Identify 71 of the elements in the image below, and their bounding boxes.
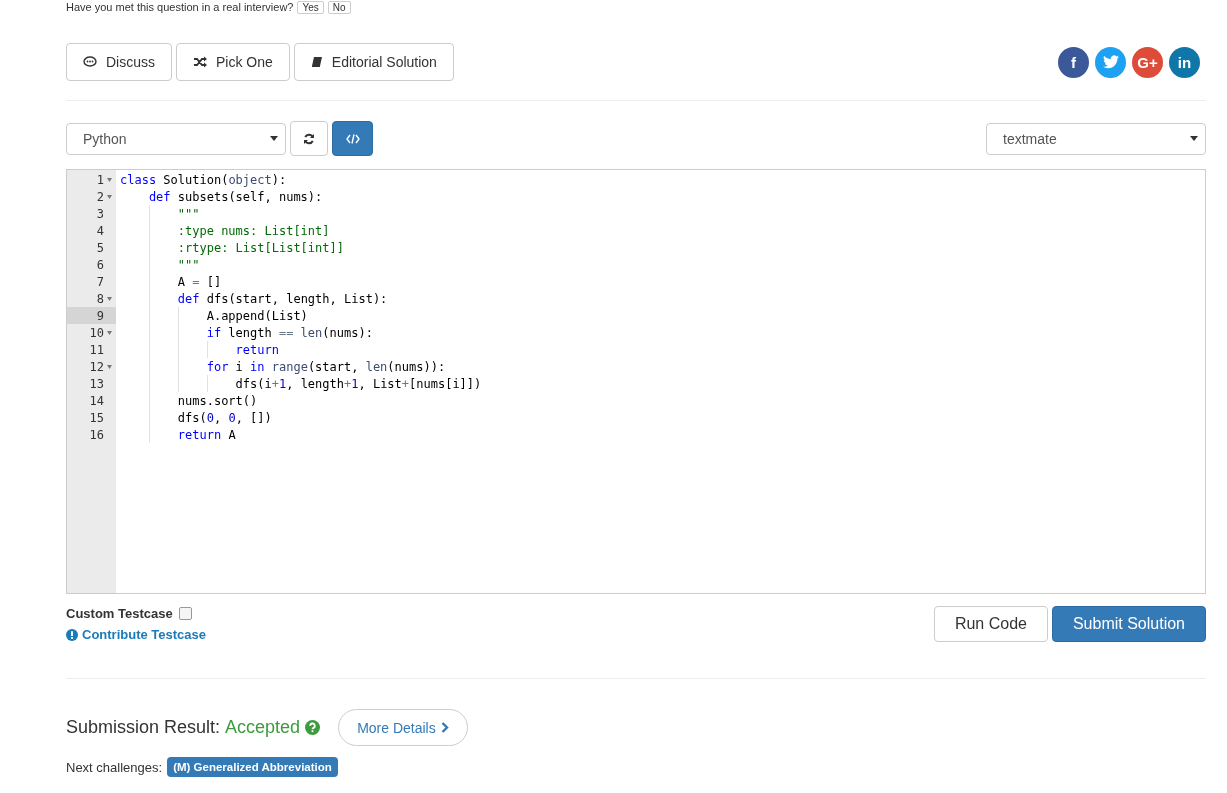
line-number: 1 xyxy=(96,172,104,187)
interview-question: Have you met this question in a real interview? xyxy=(66,1,294,13)
code-line: :type nums: List[int] xyxy=(177,223,330,238)
line-number: 2 xyxy=(96,189,104,204)
chevron-right-icon xyxy=(440,722,449,733)
twitter-icon[interactable] xyxy=(1095,46,1126,78)
result-status: Accepted xyxy=(225,717,301,738)
line-number: 12 xyxy=(89,359,104,374)
answer-button[interactable]: No xyxy=(327,0,351,14)
code-line: return xyxy=(235,342,279,357)
challenge-tag[interactable]: (M) Generalized Abbreviation xyxy=(167,757,338,777)
code-line: A.append(List) xyxy=(206,308,308,323)
facebook-icon[interactable]: f xyxy=(1058,46,1089,78)
caret-icon xyxy=(1190,136,1198,141)
code-line: class Solution(object): xyxy=(120,172,287,187)
line-number: 14 xyxy=(89,393,104,408)
code-line: """ xyxy=(177,206,200,221)
code-icon xyxy=(345,133,360,144)
custom-testcase-checkbox[interactable] xyxy=(178,607,192,620)
submission-result-label: Submission Result: xyxy=(66,717,221,738)
code-line: return A xyxy=(177,427,236,442)
fold-arrow-icon[interactable] xyxy=(107,177,112,182)
line-number: 15 xyxy=(89,410,104,425)
code-line: def subsets(self, nums): xyxy=(148,189,323,204)
line-number: 8 xyxy=(96,291,104,306)
book-icon xyxy=(310,56,323,68)
help-icon[interactable] xyxy=(305,720,321,735)
code-line: for i in range(start, len(nums)): xyxy=(206,359,446,374)
line-number: 9 xyxy=(96,308,104,323)
run-code-button[interactable]: Run Code xyxy=(933,606,1048,642)
reset-button[interactable] xyxy=(290,121,328,156)
line-number: 13 xyxy=(89,376,104,391)
editorial-button[interactable]: Editorial Solution xyxy=(293,43,454,81)
line-number: 11 xyxy=(89,342,104,357)
speech-bubble-icon xyxy=(83,56,97,68)
code-line: :rtype: List[List[int]] xyxy=(177,240,344,255)
caret-icon xyxy=(270,136,278,141)
fold-arrow-icon[interactable] xyxy=(107,330,112,335)
code-line: dfs(i+1, length+1, List+[nums[i]]) xyxy=(235,376,482,391)
line-number: 16 xyxy=(89,427,104,442)
custom-testcase-label: Custom Testcase xyxy=(66,606,173,621)
answer-button[interactable]: Yes xyxy=(297,0,324,14)
code-line: if length == len(nums): xyxy=(206,325,373,340)
fold-arrow-icon[interactable] xyxy=(107,194,112,199)
refresh-icon xyxy=(303,132,315,145)
line-number: 10 xyxy=(89,325,104,340)
next-challenges-label: Next challenges: xyxy=(66,759,163,775)
code-line: nums.sort() xyxy=(177,393,258,408)
discuss-button[interactable]: Discuss xyxy=(66,43,172,81)
line-number: 6 xyxy=(96,257,104,272)
google-icon[interactable]: G+ xyxy=(1132,46,1163,78)
language-dropdown[interactable]: Python xyxy=(66,122,286,155)
code-line: dfs(0, 0, []) xyxy=(177,410,272,425)
code-line: def dfs(start, length, List): xyxy=(177,291,388,306)
info-icon xyxy=(66,628,78,641)
contribute-testcase-link[interactable]: Contribute Testcase xyxy=(66,627,206,642)
submit-solution-button[interactable]: Submit Solution xyxy=(1051,606,1206,642)
line-number: 3 xyxy=(96,206,104,221)
line-number: 7 xyxy=(96,274,104,289)
theme-dropdown[interactable]: textmate xyxy=(986,122,1206,155)
fold-arrow-icon[interactable] xyxy=(107,364,112,369)
line-number: 4 xyxy=(96,223,104,238)
code-line: A = [] xyxy=(177,274,222,289)
pick-button[interactable]: Pick One xyxy=(176,43,290,81)
more-details-button[interactable]: More Details xyxy=(338,709,468,746)
code-view-button[interactable] xyxy=(332,121,373,156)
linkedin-icon[interactable]: in xyxy=(1169,46,1200,78)
shuffle-icon xyxy=(193,56,207,68)
line-number: 5 xyxy=(96,240,104,255)
code-line: """ xyxy=(177,257,200,272)
fold-arrow-icon[interactable] xyxy=(107,296,112,301)
